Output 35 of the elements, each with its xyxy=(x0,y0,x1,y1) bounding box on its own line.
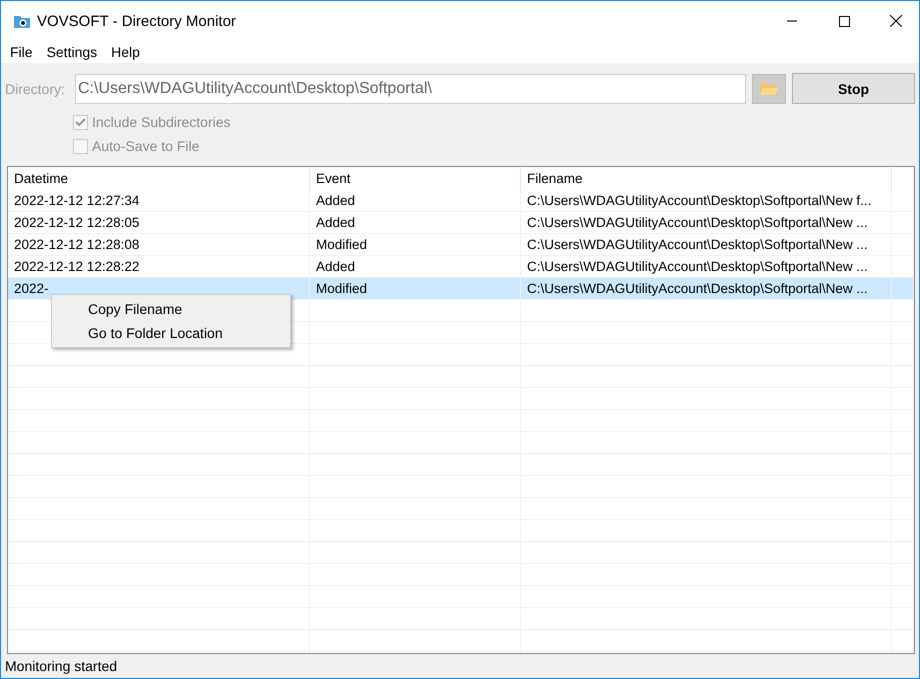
context-menu-item[interactable]: Go to Folder Location xyxy=(52,321,290,345)
table-row[interactable]: 2022-12-12 12:27:34 Added C:\Users\WDAGUtilityAccount\Desktop\Softportal\New f... xyxy=(8,190,914,212)
directory-label: Directory: xyxy=(5,80,66,96)
close-icon xyxy=(890,15,902,27)
checkbox-label: Auto-Save to File xyxy=(92,138,200,154)
table-cell: Added xyxy=(310,190,521,211)
table-cell: C:\Users\WDAGUtilityAccount\Desktop\Softportal\New ... xyxy=(521,234,892,255)
table-cell: Modified xyxy=(310,278,521,299)
maximize-icon xyxy=(838,16,850,26)
folder-icon xyxy=(759,80,779,96)
table-cell: 2022-12-12 12:28:08 xyxy=(8,234,310,255)
browse-button[interactable] xyxy=(752,74,786,104)
menu-item[interactable]: Settings xyxy=(40,44,104,60)
table-cell: C:\Users\WDAGUtilityAccount\Desktop\Softportal\New ... xyxy=(521,278,892,299)
window-title: VOVSOFT - Directory Monitor xyxy=(37,12,237,30)
menu-item[interactable]: Help xyxy=(104,44,147,60)
table-cell: C:\Users\WDAGUtilityAccount\Desktop\Softportal\New ... xyxy=(521,212,892,233)
status-text: Monitoring started xyxy=(5,658,118,674)
table-cell: 2022-12-12 12:28:05 xyxy=(8,212,310,233)
table-cell: C:\Users\WDAGUtilityAccount\Desktop\Softportal\New ... xyxy=(521,256,892,277)
table-row[interactable]: 2022-12-12 12:28:05 Added C:\Users\WDAGUtilityAccount\Desktop\Softportal\New ... xyxy=(8,212,914,234)
menu-item[interactable]: File xyxy=(3,44,40,60)
table-cell: Modified xyxy=(310,234,521,255)
table-cell: C:\Users\WDAGUtilityAccount\Desktop\Softportal\New f... xyxy=(521,190,892,211)
context-menu-item[interactable]: Copy Filename xyxy=(52,297,290,321)
table-row[interactable]: 2022-12-12 12:28:22 Added C:\Users\WDAGUtilityAccount\Desktop\Softportal\New ... xyxy=(8,256,914,278)
app-icon xyxy=(13,13,31,29)
table-cell: 2022-12-12 12:28:22 xyxy=(8,256,310,277)
table-row[interactable]: 2022- Modified C:\Users\WDAGUtilityAccount\Desktop\Softportal\New ... xyxy=(8,278,914,300)
table-cell: Added xyxy=(310,256,521,277)
table-row[interactable]: 2022-12-12 12:28:08 Modified C:\Users\WDAGUtilityAccount\Desktop\Softportal\New ... xyxy=(8,234,914,256)
stop-button[interactable]: Stop xyxy=(792,73,915,104)
table-cell: 2022-12-12 12:27:34 xyxy=(8,190,310,211)
table-cell: Added xyxy=(310,212,521,233)
checkbox-label: Include Subdirectories xyxy=(92,114,231,130)
